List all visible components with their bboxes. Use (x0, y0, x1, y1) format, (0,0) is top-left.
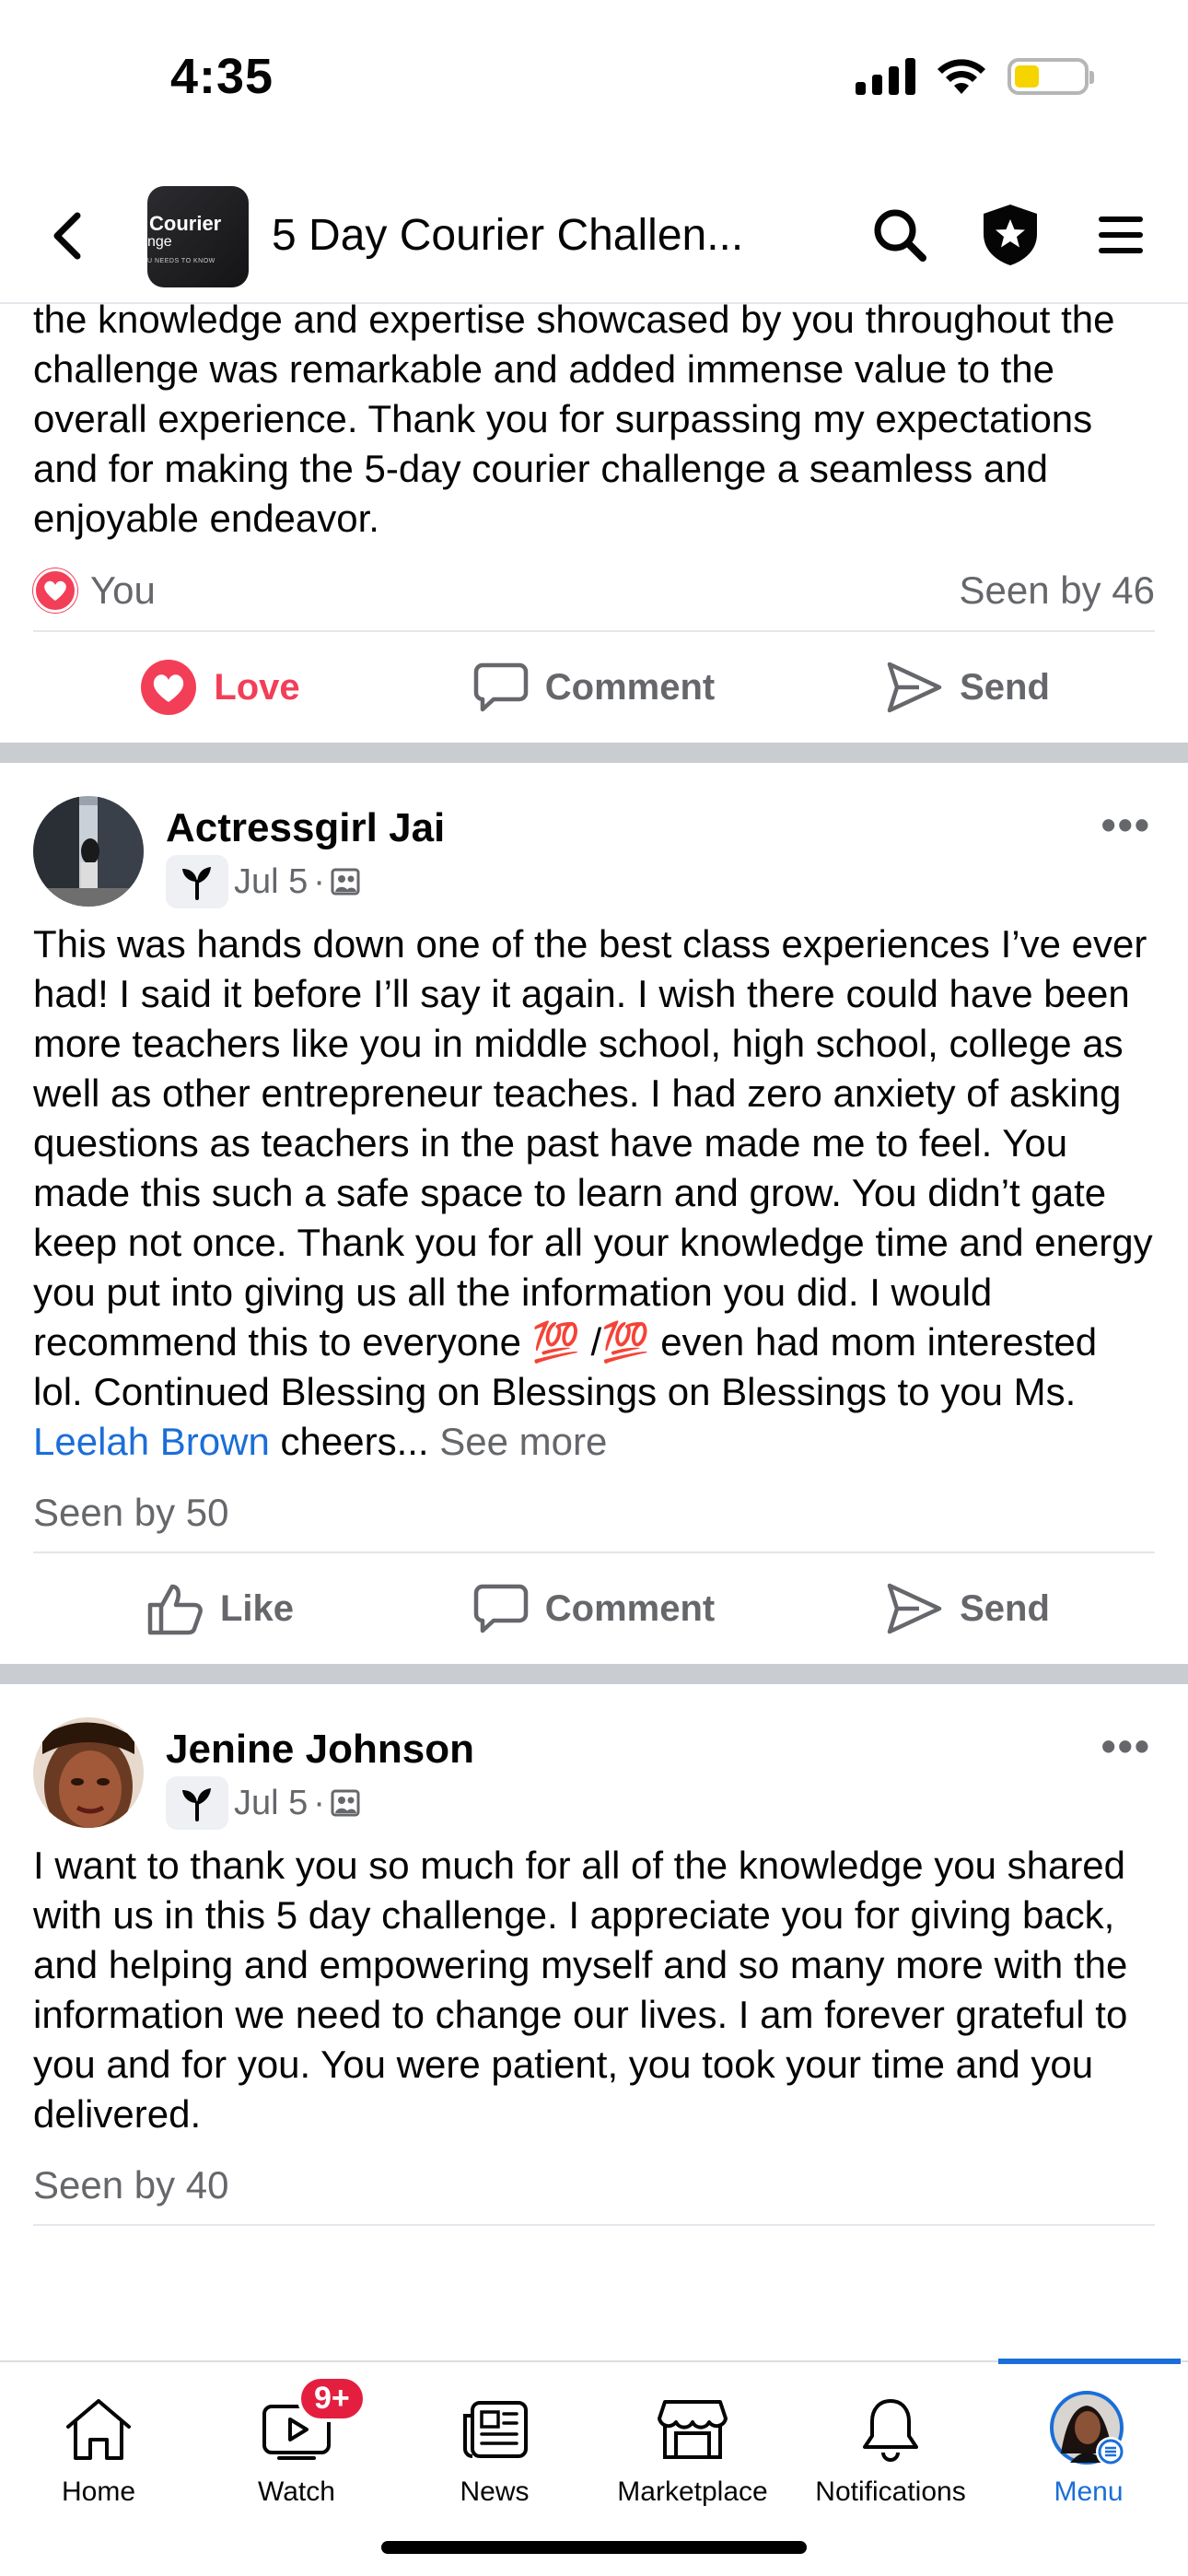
send-label: Send (960, 666, 1050, 708)
watch-notification-badge: 9+ (297, 2375, 367, 2422)
bell-icon (863, 2399, 918, 2462)
back-button[interactable] (41, 208, 96, 263)
comment-button[interactable]: Comment (407, 662, 781, 713)
divider (33, 2224, 1155, 2226)
author-avatar[interactable] (33, 796, 144, 907)
post: the knowledge and expertise showcased by… (0, 295, 1188, 743)
post-date[interactable]: Jul 5 (234, 1784, 308, 1823)
seen-count[interactable]: Seen by 46 (959, 568, 1155, 613)
group-avatar-line1: Courier (149, 212, 222, 235)
chevron-left-icon (53, 212, 81, 260)
group-audience-icon (331, 868, 360, 896)
thumbs-up-icon (147, 1584, 203, 1635)
post: Actressgirl Jai Jul 5 · ••• This was han… (0, 763, 1188, 1664)
shield-star-icon (984, 205, 1037, 265)
admin-tools-button[interactable] (978, 203, 1042, 267)
send-button[interactable]: Send (781, 1582, 1155, 1635)
post-text: I want to thank you so much for all of t… (33, 1844, 1128, 2136)
wifi-icon (938, 59, 985, 94)
post-actions: Like Comment Send (0, 1553, 1188, 1664)
marketplace-icon (658, 2400, 728, 2459)
feed: the knowledge and expertise showcased by… (0, 295, 1188, 2226)
author-avatar[interactable] (33, 1717, 144, 1828)
nav-marketplace[interactable]: Marketplace (596, 2388, 789, 2508)
comment-icon (473, 662, 529, 712)
love-reaction-icon (33, 568, 77, 613)
cellular-signal-icon (856, 58, 915, 95)
nav-marketplace-label: Marketplace (617, 2476, 768, 2507)
group-avatar-line3: U NEEDS TO KNOW (147, 258, 215, 264)
nav-news[interactable]: News (398, 2388, 591, 2508)
post-text: This was hands down one of the best clas… (0, 919, 1188, 1467)
group-avatar[interactable]: Courier nge U NEEDS TO KNOW (147, 186, 249, 287)
reactions-row: You Seen by 46 (0, 551, 1188, 630)
status-icons (856, 57, 1094, 96)
active-tab-indicator (998, 2359, 1181, 2364)
author-name[interactable]: Jenine Johnson (166, 1727, 474, 1773)
sprout-badge-icon (166, 855, 228, 908)
nav-news-label: News (460, 2476, 530, 2507)
more-options-button[interactable]: ••• (1101, 1721, 1151, 1771)
like-button[interactable]: Like (33, 1581, 407, 1636)
meta-dot: · (313, 861, 325, 901)
hamburger-icon (1099, 217, 1143, 253)
nav-home[interactable]: Home (2, 2388, 195, 2508)
menu-button[interactable] (1089, 203, 1153, 267)
post-text: the knowledge and expertise showcased by… (33, 298, 1115, 540)
send-label: Send (960, 1587, 1050, 1629)
search-button[interactable] (868, 203, 932, 267)
search-icon (874, 209, 926, 262)
send-button[interactable]: Send (781, 661, 1155, 714)
post-header: Actressgirl Jai Jul 5 · ••• (0, 763, 1188, 919)
post-actions: Love Comment Send (0, 632, 1188, 743)
send-icon (887, 1583, 942, 1634)
nav-home-label: Home (61, 2476, 136, 2507)
nav-menu[interactable]: Menu (992, 2388, 1185, 2508)
heart-icon (141, 660, 197, 715)
home-icon (66, 2399, 131, 2460)
reactor-name: You (90, 568, 156, 612)
post-text-body: This was hands down one of the best clas… (33, 922, 1153, 1413)
profile-avatar (1050, 2391, 1125, 2466)
like-label: Like (219, 1587, 295, 1629)
post-separator (0, 1664, 1188, 1684)
post-meta: Jul 5 · (166, 1776, 360, 1830)
author-name[interactable]: Actressgirl Jai (166, 805, 445, 851)
group-header: Courier nge U NEEDS TO KNOW 5 Day Courie… (0, 175, 1188, 304)
nav-watch[interactable]: 9+ Watch (200, 2375, 393, 2508)
comment-label: Comment (544, 1587, 716, 1629)
meta-dot: · (313, 1783, 325, 1822)
status-bar: 4:35 (0, 0, 1188, 157)
status-time: 4:35 (170, 49, 274, 104)
nav-notifications-label: Notifications (815, 2476, 966, 2507)
seen-count[interactable]: Seen by 40 (0, 2147, 1188, 2224)
comment-button[interactable]: Comment (407, 1583, 781, 1634)
love-button[interactable]: Love (33, 659, 407, 716)
news-icon (463, 2401, 528, 2458)
battery-icon (1007, 58, 1094, 95)
nav-menu-label: Menu (1054, 2476, 1124, 2507)
reaction-summary[interactable]: You (33, 568, 156, 613)
group-avatar-line2: nge (147, 234, 172, 250)
seen-count[interactable]: Seen by 50 (0, 1474, 1188, 1551)
see-more-link[interactable]: See more (439, 1420, 607, 1463)
more-options-button[interactable]: ••• (1101, 800, 1151, 849)
home-indicator (381, 2541, 807, 2554)
send-icon (887, 662, 942, 713)
post-separator (0, 743, 1188, 763)
post-date[interactable]: Jul 5 (234, 862, 308, 902)
nav-watch-label: Watch (258, 2476, 335, 2507)
post-text-tail: cheers... (269, 1420, 440, 1463)
love-label: Love (214, 666, 300, 708)
comment-label: Comment (544, 666, 716, 708)
mention-link[interactable]: Leelah Brown (33, 1420, 270, 1463)
group-title[interactable]: 5 Day Courier Challen... (272, 210, 743, 261)
nav-notifications[interactable]: Notifications (794, 2388, 987, 2508)
post: Jenine Johnson Jul 5 · ••• I want to tha… (0, 1684, 1188, 2226)
post-header: Jenine Johnson Jul 5 · ••• (0, 1684, 1188, 1841)
comment-icon (473, 1584, 529, 1633)
sprout-badge-icon (166, 1776, 228, 1830)
group-audience-icon (331, 1789, 360, 1817)
post-meta: Jul 5 · (166, 855, 360, 908)
